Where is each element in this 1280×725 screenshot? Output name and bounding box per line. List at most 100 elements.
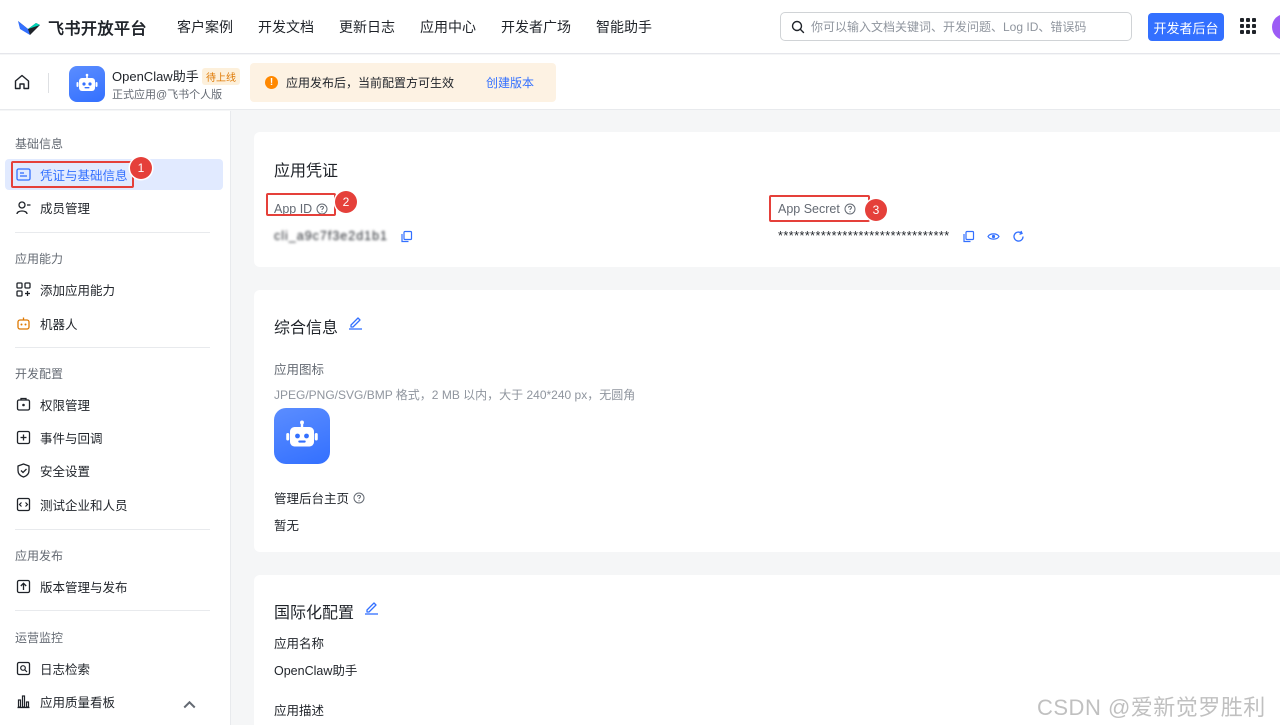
app-secret-text: ******************************** xyxy=(778,229,950,243)
app-secret-value: ******************************** xyxy=(778,229,1025,243)
sidebar-item-label: 测试企业和人员 xyxy=(40,499,128,513)
bot-icon xyxy=(17,317,30,330)
general-info-title: 综合信息 xyxy=(274,320,339,337)
eye-icon[interactable] xyxy=(986,230,1000,243)
upload-icon xyxy=(16,579,31,594)
edit-icon[interactable] xyxy=(348,315,363,330)
main-nav: 客户案例 开发文档 更新日志 应用中心 开发者广场 智能助手 xyxy=(177,17,677,37)
feishu-logo-icon xyxy=(18,20,40,35)
callout-badge-1: 1 xyxy=(130,157,152,179)
sidebar-group-dev-config: 开发配置 xyxy=(15,367,64,381)
callout-badge-3: 3 xyxy=(865,199,887,221)
chevron-up-icon[interactable] xyxy=(182,697,197,712)
sidebar-item-label: 添加应用能力 xyxy=(40,284,116,298)
brand-logo[interactable]: 飞书开放平台 xyxy=(16,15,166,39)
general-info-card: 综合信息 应用图标 JPEG/PNG/SVG/BMP 格式，2 MB 以内，大于… xyxy=(254,290,1280,552)
i18n-title: 国际化配置 xyxy=(274,605,355,622)
sidebar-divider xyxy=(15,232,210,233)
sidebar-item-members[interactable]: 成员管理 xyxy=(5,192,223,223)
app-icon-preview[interactable] xyxy=(274,408,330,464)
sidebar-group-monitoring: 运营监控 xyxy=(15,631,64,645)
app-name-label: 应用名称 xyxy=(274,637,325,651)
sidebar-group-basic: 基础信息 xyxy=(15,137,64,151)
app-id-text: cli_a9c7f3e2d1b1 xyxy=(274,229,388,243)
search-box[interactable] xyxy=(780,12,1132,41)
notice-text: 应用发布后，当前配置方可生效 xyxy=(286,76,455,90)
sidebar-item-quality-dashboard[interactable]: 应用质量看板 xyxy=(5,686,223,717)
sidebar-item-label: 版本管理与发布 xyxy=(40,581,128,595)
nav-item-docs[interactable]: 开发文档 xyxy=(258,17,314,37)
edit-icon[interactable] xyxy=(364,600,379,615)
top-navigation: 飞书开放平台 客户案例 开发文档 更新日志 应用中心 开发者广场 智能助手 开发… xyxy=(0,0,1280,54)
sidebar-item-test-tenants[interactable]: 测试企业和人员 xyxy=(5,489,223,520)
sidebar-item-bot[interactable]: 机器人 xyxy=(5,308,223,339)
shield-icon xyxy=(17,463,30,478)
sidebar-item-label: 事件与回调 xyxy=(40,432,103,446)
permission-icon xyxy=(16,397,31,411)
app-avatar xyxy=(69,66,105,102)
sidebar-item-label: 应用质量看板 xyxy=(40,696,116,710)
admin-home-label-text: 管理后台主页 xyxy=(274,492,350,506)
admin-home-value: 暂无 xyxy=(274,519,300,533)
publish-notice: ! 应用发布后，当前配置方可生效 创建版本 xyxy=(250,63,556,102)
app-icon-label: 应用图标 xyxy=(274,363,325,377)
search-icon xyxy=(791,20,805,33)
watermark: CSDN @爱新觉罗胜利 xyxy=(1037,695,1266,720)
search-input[interactable] xyxy=(811,19,1121,34)
callout-box-app-secret xyxy=(769,195,870,222)
brand-name: 飞书开放平台 xyxy=(48,20,148,38)
event-add-icon xyxy=(16,430,31,445)
callout-box-app-id xyxy=(266,193,336,216)
sidebar-divider xyxy=(15,529,210,530)
sidebar-group-capabilities: 应用能力 xyxy=(15,252,64,266)
app-subtitle: 正式应用@飞书个人版 xyxy=(112,89,223,101)
header-divider xyxy=(48,73,49,93)
warning-icon: ! xyxy=(265,76,278,89)
nav-item-app-center[interactable]: 应用中心 xyxy=(420,17,476,37)
copy-icon[interactable] xyxy=(400,230,413,243)
sidebar-divider xyxy=(15,347,210,348)
callout-badge-2: 2 xyxy=(335,191,357,213)
app-desc-label: 应用描述 xyxy=(274,704,325,718)
code-box-icon xyxy=(16,497,31,512)
robot-icon xyxy=(286,420,318,447)
user-add-icon xyxy=(16,201,31,215)
app-header: OpenClaw助手 待上线 正式应用@飞书个人版 ! 应用发布后，当前配置方可… xyxy=(0,55,1280,110)
nav-item-assistant[interactable]: 智能助手 xyxy=(596,17,652,37)
robot-icon xyxy=(76,73,98,91)
sidebar-item-label: 权限管理 xyxy=(40,399,91,413)
sidebar-item-label: 日志检索 xyxy=(40,663,91,677)
sidebar-item-security[interactable]: 安全设置 xyxy=(5,455,223,486)
user-avatar[interactable] xyxy=(1272,14,1280,40)
refresh-icon[interactable] xyxy=(1012,230,1025,243)
sidebar-group-release: 应用发布 xyxy=(15,549,64,563)
nav-item-changelog[interactable]: 更新日志 xyxy=(339,17,395,37)
sidebar-item-permissions[interactable]: 权限管理 xyxy=(5,389,223,420)
app-grid-icon[interactable] xyxy=(1240,18,1256,34)
help-icon[interactable] xyxy=(353,492,365,504)
app-id-value: cli_a9c7f3e2d1b1 xyxy=(274,229,413,243)
nav-item-developer-plaza[interactable]: 开发者广场 xyxy=(501,17,571,37)
home-icon[interactable] xyxy=(13,73,31,91)
sidebar-item-label: 安全设置 xyxy=(40,465,91,479)
log-search-icon xyxy=(16,661,31,676)
create-version-link[interactable]: 创建版本 xyxy=(486,74,534,91)
sidebar-divider xyxy=(15,610,210,611)
admin-home-label: 管理后台主页 xyxy=(274,488,365,507)
credentials-title: 应用凭证 xyxy=(274,163,339,180)
sidebar-item-versions[interactable]: 版本管理与发布 xyxy=(5,571,223,602)
app-name-value: OpenClaw助手 xyxy=(274,664,358,678)
copy-icon[interactable] xyxy=(962,230,975,243)
sidebar-item-events[interactable]: 事件与回调 xyxy=(5,422,223,453)
sidebar: 基础信息 凭证与基础信息 成员管理 应用能力 添加应用能力 机器人 开发配置 权… xyxy=(0,111,231,725)
bar-chart-icon xyxy=(17,695,30,709)
sidebar-item-add-capability[interactable]: 添加应用能力 xyxy=(5,274,223,305)
sidebar-item-label: 机器人 xyxy=(40,318,78,332)
sidebar-item-log-search[interactable]: 日志检索 xyxy=(5,653,223,684)
nav-item-cases[interactable]: 客户案例 xyxy=(177,17,233,37)
app-icon-hint: JPEG/PNG/SVG/BMP 格式，2 MB 以内，大于 240*240 p… xyxy=(274,388,636,402)
sidebar-item-label: 成员管理 xyxy=(40,202,91,216)
app-name: OpenClaw助手 xyxy=(112,69,199,84)
grid-add-icon xyxy=(16,282,31,297)
developer-console-button[interactable]: 开发者后台 xyxy=(1148,13,1224,41)
